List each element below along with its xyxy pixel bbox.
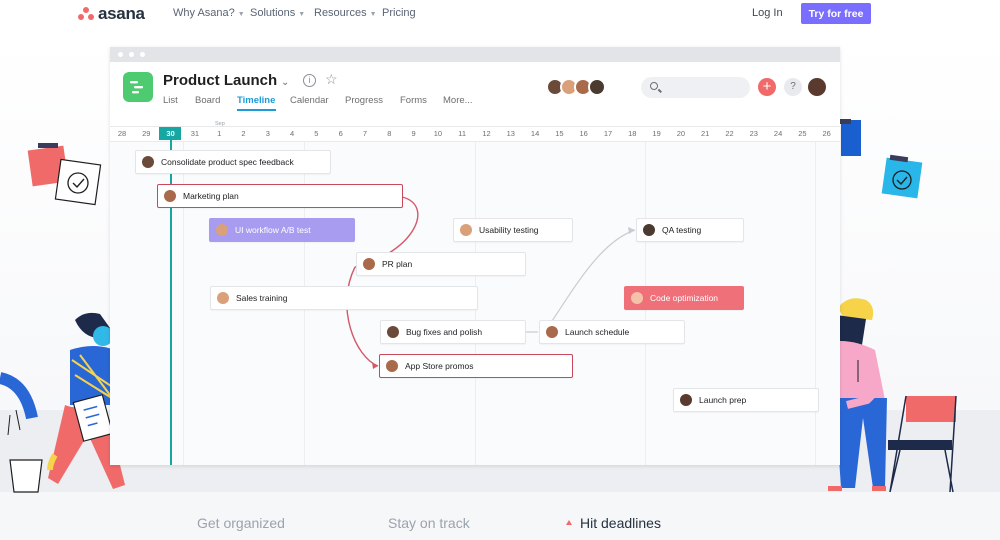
task-bar[interactable]: Consolidate product spec feedback bbox=[135, 150, 331, 174]
tagline-hit-deadlines[interactable]: Hit deadlines bbox=[580, 515, 661, 531]
tagline-stay-on-track[interactable]: Stay on track bbox=[388, 515, 470, 531]
avatar bbox=[387, 326, 399, 338]
task-name: Launch prep bbox=[699, 395, 747, 405]
task-name: Marketing plan bbox=[183, 191, 239, 201]
task-name: Launch schedule bbox=[565, 327, 630, 337]
task-name: PR plan bbox=[382, 259, 413, 269]
task-name: UI workflow A/B test bbox=[235, 225, 311, 235]
task-bar[interactable]: Code optimization bbox=[624, 286, 744, 310]
task-bar[interactable]: PR plan bbox=[356, 252, 526, 276]
avatar bbox=[164, 190, 176, 202]
plant-pot-icon bbox=[0, 372, 43, 493]
app-window: Product Launch ⌄ i ☆ List Board Timeline… bbox=[110, 47, 840, 465]
task-bar[interactable]: UI workflow A/B test bbox=[209, 218, 355, 242]
avatar bbox=[460, 224, 472, 236]
task-bar[interactable]: Launch schedule bbox=[539, 320, 685, 344]
task-name: Consolidate product spec feedback bbox=[161, 157, 294, 167]
task-bar[interactable]: Usability testing bbox=[453, 218, 573, 242]
task-name: Usability testing bbox=[479, 225, 539, 235]
avatar bbox=[386, 360, 398, 372]
task-name: App Store promos bbox=[405, 361, 474, 371]
tagline-get-organized[interactable]: Get organized bbox=[197, 515, 285, 531]
avatar bbox=[216, 224, 228, 236]
avatar bbox=[217, 292, 229, 304]
task-name: QA testing bbox=[662, 225, 702, 235]
avatar bbox=[142, 156, 154, 168]
task-bar[interactable]: Launch prep bbox=[673, 388, 819, 412]
task-bar[interactable]: App Store promos bbox=[379, 354, 573, 378]
avatar bbox=[643, 224, 655, 236]
task-name: Sales training bbox=[236, 293, 288, 303]
task-name: Bug fixes and polish bbox=[406, 327, 483, 337]
task-bar[interactable]: Marketing plan bbox=[157, 184, 403, 208]
checklist-note-icon bbox=[837, 119, 923, 199]
task-bar[interactable]: QA testing bbox=[636, 218, 744, 242]
avatar bbox=[363, 258, 375, 270]
chair-icon bbox=[888, 395, 957, 493]
task-bar[interactable]: Sales training bbox=[210, 286, 478, 310]
avatar bbox=[631, 292, 643, 304]
task-name: Code optimization bbox=[650, 293, 719, 303]
sticky-note-icon bbox=[27, 143, 102, 206]
active-tagline-indicator-icon bbox=[566, 520, 572, 525]
avatar bbox=[680, 394, 692, 406]
avatar bbox=[546, 326, 558, 338]
task-bar[interactable]: Bug fixes and polish bbox=[380, 320, 526, 344]
